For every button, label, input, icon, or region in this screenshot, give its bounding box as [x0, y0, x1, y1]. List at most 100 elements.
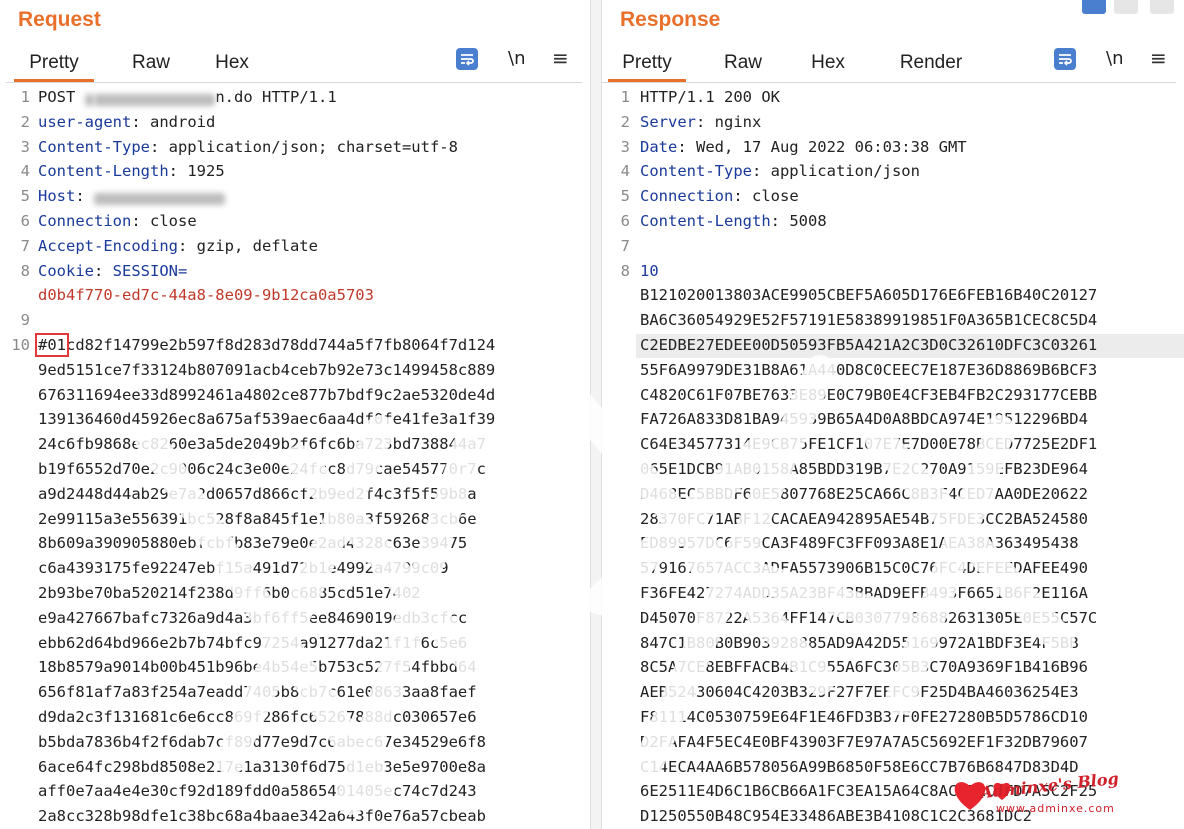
header-name: user-agent — [38, 112, 132, 131]
watermark-subtext: www.adminxe.com — [996, 802, 1115, 815]
code-line: 2e99115a3e556391bc528f8a845f1e1b80a3f592… — [38, 510, 477, 528]
code-line: Server: nginx — [640, 113, 761, 131]
line-number: 8 — [20, 261, 30, 280]
code-text: F81114C0530759E64F1E46FD3B37F0FE27280B5D… — [640, 708, 1088, 726]
code-line: C64E34577314E9CB75FE1CF107E7E7D00E78BCED… — [640, 435, 1097, 453]
code-text: d9da2c3f131681c6e6cc869f286fc65267888dc0… — [38, 708, 477, 726]
tab-raw[interactable]: Raw — [708, 44, 778, 82]
code-text: B121020013803ACE9905CBEF5A605D176E6FEB16… — [640, 286, 1098, 305]
wrap-lines-icon[interactable] — [1054, 48, 1076, 70]
line-number: 7 — [620, 236, 630, 255]
header-name: Content-Type — [640, 162, 752, 181]
header-name: Connection — [38, 212, 132, 230]
code-line: 8C5A7CE8EBFFACB4B1C955A6FC305B3C70A9369F… — [640, 658, 1088, 676]
code-line: B121020013803ACE9905CBEF5A605D176E6FEB16… — [640, 286, 1097, 304]
header-name: Content-Length — [640, 212, 771, 230]
line-number: 5 — [20, 187, 30, 206]
tab-raw[interactable]: Raw — [116, 44, 186, 82]
code-line: e9a427667bafc7326a9d4a3bf6ff5ee8469019ed… — [38, 609, 467, 627]
code-line: BA6C36054929E52F57191E58389919851F0A365B… — [640, 311, 1097, 329]
code-line: 6ace64fc298bd8508e217e1a3130f6d75d1eb3e5… — [38, 758, 486, 776]
menu-icon[interactable]: ≡ — [1150, 46, 1167, 70]
layout-horizontal-icon[interactable] — [1114, 0, 1138, 14]
code-line: 656f81af7a83f254a7eadd7405b8cb7c61e08633… — [38, 683, 477, 701]
header-name: Accept-Encoding — [38, 236, 178, 255]
response-tab-bar: Pretty Raw Hex Render \n ≡ — [602, 44, 1176, 83]
layout-split-icon[interactable] — [1082, 0, 1106, 14]
code-line: C2EDBE27EDEE00D50593FB5A421A2C3D0C32610D… — [640, 336, 1097, 354]
request-tab-bar: Pretty Raw Hex \n ≡ — [6, 44, 582, 83]
code-line: 10 — [640, 262, 659, 280]
code-line: 8b609a390905880ebfcbfb83e79e0e2ad4328c63… — [38, 534, 467, 552]
code-text: : Wed, 17 Aug 2022 06:03:38 GMT — [677, 137, 967, 156]
code-text: 2a8cc328b98dfe1c38bc68a4baae342a643f0e76… — [38, 807, 486, 826]
code-text: D2FAFA4F5EC4E0BF43903F7E97A7A5C5692EF1F3… — [640, 732, 1088, 751]
code-line: 579167657ACC3ADFA5573906B15C0C76FC4DEFEE… — [640, 559, 1088, 577]
code-line: #01cd82f14799e2b597f8d283d78dd744a5f7fb8… — [35, 333, 495, 357]
code-text: 065E1DCB91AB0158A85BDD319B7E2C270A9159EF… — [640, 460, 1088, 478]
line-number: 4 — [20, 162, 30, 181]
code-line: c6a4393175fe92247ebf15a491d72b1e4992a479… — [38, 559, 449, 577]
header-name: Host — [38, 187, 76, 206]
code-text: FA726A833D81BA945939B65A4D0A8BDCA974E195… — [640, 410, 1088, 429]
tab-hex[interactable]: Hex — [800, 44, 856, 82]
code-text: b5bda7836b4f2f6dab7cf89d77e9d7c6abec67e3… — [38, 732, 486, 751]
code-line: AEB52430604C4203B329F27F7EEFC9F25D4BA460… — [640, 683, 1079, 701]
line-number: 8 — [620, 261, 630, 280]
menu-icon[interactable]: ≡ — [552, 46, 569, 70]
wrap-lines-icon[interactable] — [456, 48, 478, 70]
redaction-blur — [94, 193, 225, 206]
layout-single-icon[interactable] — [1150, 0, 1174, 14]
code-line: 065E1DCB91AB0158A85BDD319B7E2C270A9159EF… — [640, 460, 1088, 478]
code-text: 2b93be70ba520214f238d9ff6b0c6885cd51e740… — [38, 584, 421, 602]
code-line: ebb62d64bd966e2b7b74bfc97254a91277da21f1… — [38, 634, 467, 652]
redaction-blur — [94, 94, 216, 106]
response-editor[interactable]: 1 HTTP/1.1 200 OK 2 Server: nginx 3 Date: Wed… — [600, 88, 1184, 829]
code-text: : nginx — [696, 112, 762, 131]
code-text: 847C1B80B0B903928885AD9A42D55169972A1BDF… — [640, 633, 1079, 652]
code-text: 9ed5151ce7f33124b807091acb4ceb7b92e73c14… — [38, 360, 496, 379]
response-pane: Response Pretty Raw Hex Render \n ≡ 1 HTT… — [600, 0, 1184, 829]
line-number: 3 — [620, 137, 630, 156]
newline-toggle[interactable]: \n — [1106, 48, 1123, 69]
code-text: : — [75, 187, 94, 206]
watermark-logo: Adminxe's Blog www.adminxe.com — [950, 769, 1180, 828]
code-text: ebb62d64bd966e2b7b74bfc97254a91277da21f1… — [38, 633, 468, 652]
code-text: BA6C36054929E52F57191E58389919851F0A365B… — [640, 311, 1098, 330]
code-text: 28370FC71ABF12CACAEA942895AE54B75FDE3CC2… — [640, 509, 1088, 528]
line-number: 3 — [20, 137, 30, 156]
tab-hex[interactable]: Hex — [202, 44, 262, 82]
code-line: 28370FC71ABF12CACAEA942895AE54B75FDE3CC2… — [640, 510, 1088, 528]
header-name: Content-Type — [38, 137, 150, 156]
newline-toggle[interactable]: \n — [508, 48, 525, 69]
code-text: : 5008 — [770, 212, 827, 230]
code-text: c6a4393175fe92247ebf15a491d72b1e4992a479… — [38, 559, 449, 578]
code-text: : application/json; charset=utf-8 — [149, 137, 458, 156]
code-text: POST — [38, 88, 85, 106]
code-line: Content-Length: 1925 — [38, 162, 225, 180]
code-line: 139136460d45926ec8a675af539aec6aa4df0fe4… — [38, 410, 495, 428]
request-title: Request — [18, 8, 101, 31]
code-text: 6ace64fc298bd8508e217e1a3130f6d75d1eb3e5… — [38, 757, 486, 776]
code-text: C4820C61F07BE7633E89E0C79B0E4CF3EB4FB2C2… — [640, 385, 1098, 404]
code-line: 9ed5151ce7f33124b807091acb4ceb7b92e73c14… — [38, 361, 495, 379]
tab-pretty[interactable]: Pretty — [608, 44, 686, 82]
code-text: : gzip, deflate — [177, 236, 318, 255]
code-line: F81114C0530759E64F1E46FD3B37F0FE27280B5D… — [640, 708, 1088, 726]
line-number: 6 — [20, 212, 30, 230]
code-text: : close — [733, 187, 799, 206]
code-line: Connection: close — [38, 212, 197, 230]
header-name: Date — [640, 137, 678, 156]
code-text: 579167657ACC3ADFA5573906B15C0C76FC4DEFEE… — [640, 559, 1088, 578]
code-line: Content-Length: 5008 — [640, 212, 827, 230]
value-token: SESSION= — [112, 261, 188, 280]
code-text: ED89957DC6F59CA3F489FC3FF093A8E1AEA38A36… — [640, 534, 1079, 553]
code-line: b19f6552d70e2c9006c24c3e00e24fcc8d79cae5… — [38, 460, 486, 478]
request-editor[interactable]: 1 POST / n.do HTTP/1.1 2 user-agent: androi… — [0, 88, 590, 829]
tab-pretty[interactable]: Pretty — [14, 44, 94, 82]
tab-render[interactable]: Render — [888, 44, 974, 82]
cookie-value: d0b4f770-ed7c-44a8-8e09-9b12ca0a5703 — [38, 286, 374, 305]
code-line: FA726A833D81BA945939B65A4D0A8BDCA974E195… — [640, 410, 1088, 428]
code-text: : close — [131, 212, 197, 230]
code-line: D468EC5BBDF60E5807768E25CA66C8B3F4CED7AA… — [640, 485, 1088, 503]
